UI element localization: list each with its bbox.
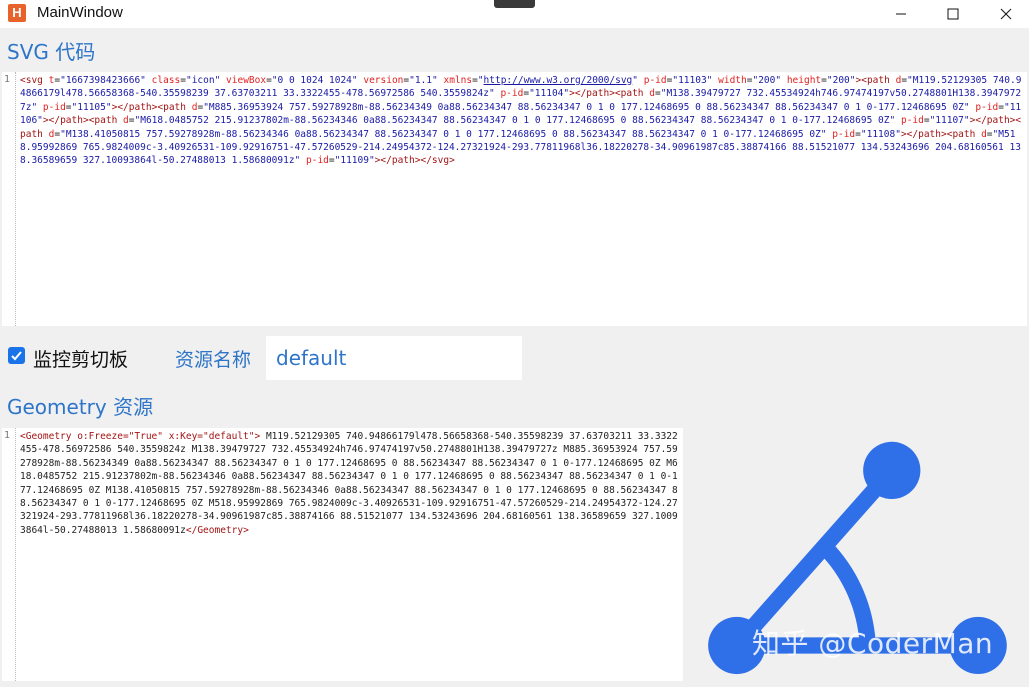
geometry-code-editor[interactable]: 1 <Geometry o:Freeze="True" x:Key="defau… bbox=[2, 428, 683, 681]
code-token: <path bbox=[946, 128, 976, 140]
code-token: </svg bbox=[420, 155, 450, 167]
line-number: 1 bbox=[4, 74, 11, 85]
minimize-button[interactable] bbox=[878, 0, 924, 28]
code-token: "1667398423666" bbox=[60, 75, 146, 86]
minimize-icon bbox=[896, 13, 906, 15]
code-token: "M885.36953924 757.59278928m-88.56234349… bbox=[203, 101, 970, 113]
geometry-body: M119.52129305 740.94866179l478.56658368-… bbox=[20, 431, 678, 536]
code-token: t bbox=[48, 75, 55, 86]
code-token: </path bbox=[117, 101, 152, 113]
code-token: width bbox=[718, 75, 747, 86]
monitor-clipboard-label[interactable]: 监控剪切板 bbox=[33, 345, 128, 372]
geometry-heading: Geometry 资源 bbox=[7, 395, 154, 419]
app-icon: H bbox=[8, 4, 26, 22]
code-token: "200" bbox=[752, 75, 782, 86]
code-token: </path bbox=[906, 128, 941, 140]
line-gutter: 1 bbox=[2, 72, 16, 326]
code-token: d bbox=[895, 75, 902, 86]
code-token: p-id bbox=[643, 75, 667, 86]
code-token: "11104" bbox=[529, 88, 570, 100]
code-token: d bbox=[123, 115, 129, 127]
code-token: p-id bbox=[306, 155, 329, 167]
close-button[interactable] bbox=[983, 0, 1029, 28]
code-token: http://www.w3.org/2000/svg bbox=[483, 75, 633, 86]
maximize-icon bbox=[947, 8, 959, 20]
geometry-close-tag: </Geometry> bbox=[185, 524, 249, 536]
maximize-button[interactable] bbox=[930, 0, 976, 28]
code-token: version bbox=[363, 75, 404, 86]
code-token: </path bbox=[975, 115, 1010, 127]
geometry-code-text[interactable]: <Geometry o:Freeze="True" x:Key="default… bbox=[20, 430, 679, 537]
monitor-clipboard-checkbox[interactable] bbox=[8, 347, 25, 364]
code-token: p-id bbox=[500, 88, 524, 100]
line-number: 1 bbox=[4, 430, 11, 441]
code-token: "M618.0485752 215.91237802m-88.56234346 … bbox=[134, 115, 896, 127]
watermark: 知乎 @CoderMan bbox=[752, 627, 994, 660]
code-token: d bbox=[649, 88, 655, 100]
code-token: p-id bbox=[900, 115, 924, 127]
code-token: "11105" bbox=[71, 101, 112, 113]
code-token: d bbox=[48, 128, 55, 140]
resource-name-label: 资源名称 bbox=[175, 349, 252, 371]
drag-handle[interactable] bbox=[494, 0, 535, 8]
code-token: p-id bbox=[975, 101, 999, 113]
code-token: <path bbox=[88, 115, 118, 127]
code-token: " bbox=[632, 75, 638, 86]
geometry-open-tag: <Geometry o:Freeze="True" x:Key="default… bbox=[20, 431, 261, 442]
code-token: </path bbox=[48, 115, 83, 127]
svg-code-editor[interactable]: 1 <svg t="1667398423666" class="icon" vi… bbox=[2, 72, 1027, 326]
close-icon bbox=[1000, 8, 1012, 20]
code-token: <path bbox=[157, 101, 186, 113]
code-token: </path bbox=[574, 88, 610, 100]
svg-code-text[interactable]: <svg t="1667398423666" class="icon" view… bbox=[20, 74, 1023, 168]
code-token: p-id bbox=[832, 128, 856, 140]
code-token: "icon" bbox=[185, 75, 221, 86]
code-token: p-id bbox=[42, 101, 66, 113]
code-token: "200" bbox=[826, 75, 856, 86]
code-token: height bbox=[786, 75, 822, 86]
code-token: d bbox=[191, 101, 198, 113]
code-token: <path bbox=[861, 75, 890, 86]
code-token: > bbox=[449, 155, 455, 167]
code-token: "11108" bbox=[860, 128, 901, 140]
checkmark-icon bbox=[11, 351, 22, 361]
code-token: "M138.41050815 757.59278928m-88.56234346… bbox=[60, 128, 827, 140]
code-token: "1.1" bbox=[409, 75, 438, 86]
code-token: </path bbox=[380, 155, 415, 167]
code-token: <svg bbox=[20, 75, 43, 86]
line-gutter: 1 bbox=[2, 428, 16, 681]
code-token: "11103" bbox=[672, 75, 713, 86]
window-title: MainWindow bbox=[37, 4, 123, 21]
code-token: class bbox=[151, 75, 181, 86]
title-bar: H MainWindow bbox=[0, 0, 1029, 28]
code-token: "11107" bbox=[929, 115, 970, 127]
resource-name-input[interactable] bbox=[266, 336, 522, 380]
code-token: "0 0 1024 1024" bbox=[271, 75, 358, 86]
code-token: viewBox bbox=[226, 75, 267, 86]
code-token: "11109" bbox=[334, 155, 375, 167]
code-token: <path bbox=[614, 88, 644, 100]
code-token: d bbox=[981, 128, 987, 140]
code-token: xmlns bbox=[443, 75, 473, 86]
svg-code-heading: SVG 代码 bbox=[7, 40, 96, 64]
